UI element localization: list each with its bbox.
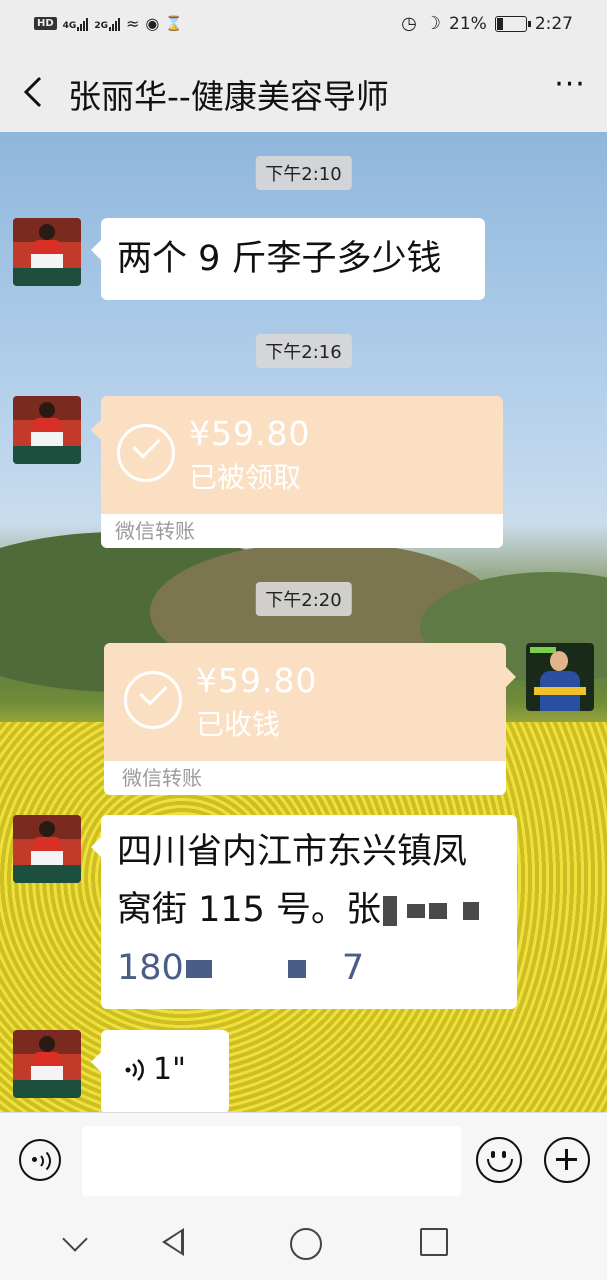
system-nav-bar	[0, 1208, 607, 1280]
contact-avatar[interactable]	[13, 1030, 81, 1098]
transfer-footer: 微信转账	[101, 514, 503, 548]
chat-header: 张丽华--健康美容导师 ···	[0, 52, 607, 132]
redaction-block	[287, 960, 306, 978]
hourglass-icon: ⌛	[165, 15, 183, 32]
nav-back-icon[interactable]	[162, 1228, 184, 1256]
my-avatar[interactable]	[526, 643, 594, 711]
message-text: 两个 9 斤李子多少钱	[117, 239, 442, 279]
text-message[interactable]: 两个 9 斤李子多少钱	[91, 218, 485, 300]
redaction-block	[463, 902, 480, 920]
status-left: HD 4G 2G ≈ ◉ ⌛	[34, 14, 183, 33]
redaction-block	[407, 904, 426, 918]
phone-prefix: 180	[117, 948, 184, 988]
chat-title: 张丽华--健康美容导师	[68, 77, 389, 116]
redaction-block	[429, 903, 448, 919]
address-line-1: 四川省内江市东兴镇凤	[117, 832, 468, 872]
voice-wave-icon	[125, 1058, 144, 1081]
check-circle-icon	[124, 671, 182, 729]
contact-avatar[interactable]	[13, 396, 81, 464]
status-bar: HD 4G 2G ≈ ◉ ⌛ ◷ ☽ 21% 2:27	[0, 0, 607, 52]
nav-home-icon[interactable]	[290, 1228, 322, 1260]
status-right: ◷ ☽ 21% 2:27	[401, 13, 573, 34]
nav-hide-icon[interactable]	[62, 1226, 88, 1252]
transfer-card[interactable]: ¥59.80 已收钱 微信转账	[104, 643, 506, 795]
phone-number[interactable]: 180 7	[117, 939, 501, 997]
transfer-amount: ¥59.80	[196, 661, 318, 700]
contact-avatar[interactable]	[13, 218, 81, 286]
network-label-2: 2G	[94, 20, 108, 31]
transfer-status: 已收钱	[196, 708, 281, 741]
hd-icon: HD	[34, 17, 57, 30]
network-label: 4G	[62, 20, 77, 31]
eye-icon: ◉	[145, 14, 160, 33]
time-divider: 下午2:16	[255, 334, 352, 368]
signal-icon-2: 2G	[94, 17, 120, 31]
transfer-footer: 微信转账	[104, 761, 506, 795]
message-input[interactable]	[82, 1126, 461, 1196]
transfer-amount: ¥59.80	[189, 414, 311, 453]
bubble-tail	[506, 667, 516, 687]
voice-content: 1"	[123, 1052, 186, 1087]
plus-icon[interactable]	[544, 1137, 590, 1183]
battery-icon	[494, 15, 531, 32]
transfer-status: 已被领取	[189, 461, 302, 494]
more-icon[interactable]: ···	[553, 70, 587, 104]
time-divider: 下午2:20	[255, 582, 352, 616]
transfer-card[interactable]: ¥59.80 已被领取 微信转账	[101, 396, 503, 548]
moon-icon: ☽	[424, 13, 442, 34]
address-text-block: 四川省内江市东兴镇凤 窝街 115 号。张 180 7	[101, 815, 517, 1005]
address-line-2: 窝街 115 号。张	[117, 881, 501, 939]
voice-duration: 1"	[153, 1052, 186, 1087]
nav-recent-icon[interactable]	[420, 1228, 448, 1256]
emoji-icon[interactable]	[476, 1137, 522, 1183]
transfer-card-top: ¥59.80 已收钱	[104, 643, 506, 761]
redaction-block	[185, 960, 212, 978]
address-line-2-text: 窝街 115 号。张	[117, 890, 382, 930]
back-arrow-icon[interactable]	[20, 74, 50, 110]
address-message[interactable]: 四川省内江市东兴镇凤 窝街 115 号。张 180 7	[91, 815, 517, 1009]
bubble-tail	[91, 420, 101, 440]
phone-suffix: 7	[341, 948, 365, 988]
wifi-icon: ≈	[125, 14, 140, 33]
battery-percent: 21%	[449, 13, 487, 34]
time-divider: 下午2:10	[255, 156, 352, 190]
contact-avatar[interactable]	[13, 815, 81, 883]
input-bar	[0, 1112, 607, 1209]
chat-area[interactable]: 下午2:10 两个 9 斤李子多少钱 下午2:16 ¥59.80 已被领取 微信…	[0, 132, 607, 1112]
signal-icon: 4G	[63, 17, 89, 31]
redaction-block	[383, 896, 398, 926]
transfer-card-top: ¥59.80 已被领取	[101, 396, 503, 514]
clock: 2:27	[534, 13, 573, 34]
voice-input-icon[interactable]	[19, 1139, 61, 1181]
check-circle-icon	[117, 424, 175, 482]
voice-message[interactable]: 1"	[91, 1030, 229, 1112]
alarm-icon: ◷	[401, 13, 417, 34]
